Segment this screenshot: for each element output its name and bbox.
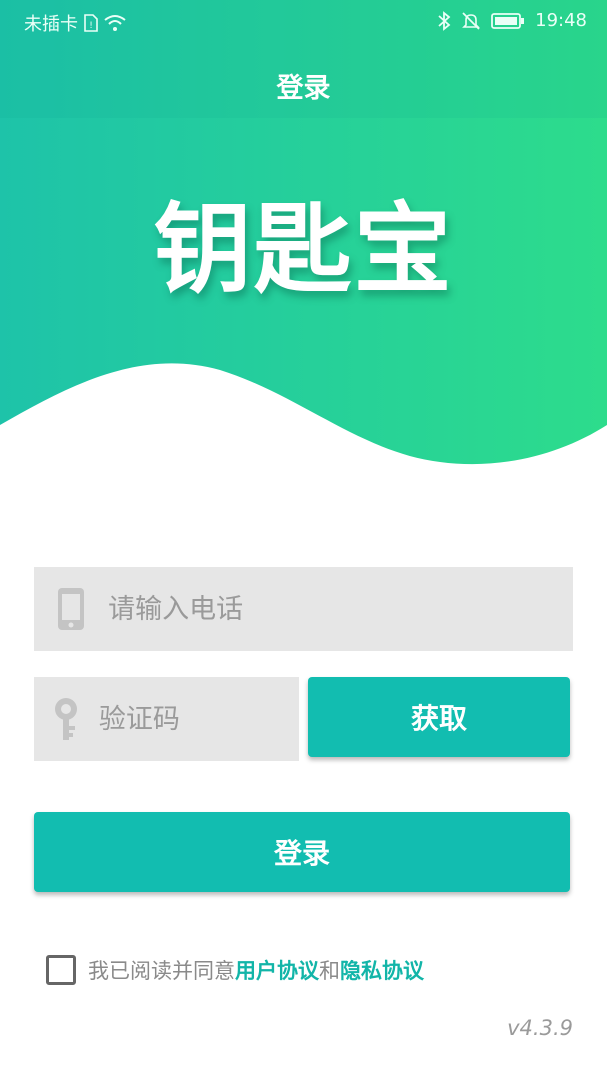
privacy-agreement-link[interactable]: 隐私协议 [340,955,424,985]
version-label: v4.3.9 [507,1016,573,1040]
get-code-button[interactable]: 获取 [308,677,570,757]
agreement-checkbox[interactable] [46,955,76,985]
battery-icon [491,12,525,30]
app-logo: 钥匙宝 [153,192,454,307]
status-bar: 未插卡 ! 19:48 [0,0,607,44]
page-title: 登录 [276,73,331,104]
login-button[interactable]: 登录 [34,812,570,892]
svg-text:!: ! [89,21,93,31]
agreement-prefix: 我已阅读并同意 [88,959,235,983]
agreement-conjunction: 和 [319,959,340,983]
code-field[interactable] [34,677,299,761]
phone-field[interactable] [34,567,573,651]
agreement-row: 我已阅读并同意 用户协议 和 隐私协议 [46,955,424,985]
user-agreement-link[interactable]: 用户协议 [235,955,319,985]
phone-icon [34,567,108,651]
time-text: 19:48 [535,10,587,31]
phone-input[interactable] [108,593,573,625]
wifi-icon [104,14,126,32]
carrier-text: 未插卡 [24,14,78,35]
bluetooth-icon [437,10,451,31]
key-icon [34,677,99,761]
code-input[interactable] [98,703,299,735]
sim-icon: ! [84,14,98,32]
mute-icon [461,11,481,31]
